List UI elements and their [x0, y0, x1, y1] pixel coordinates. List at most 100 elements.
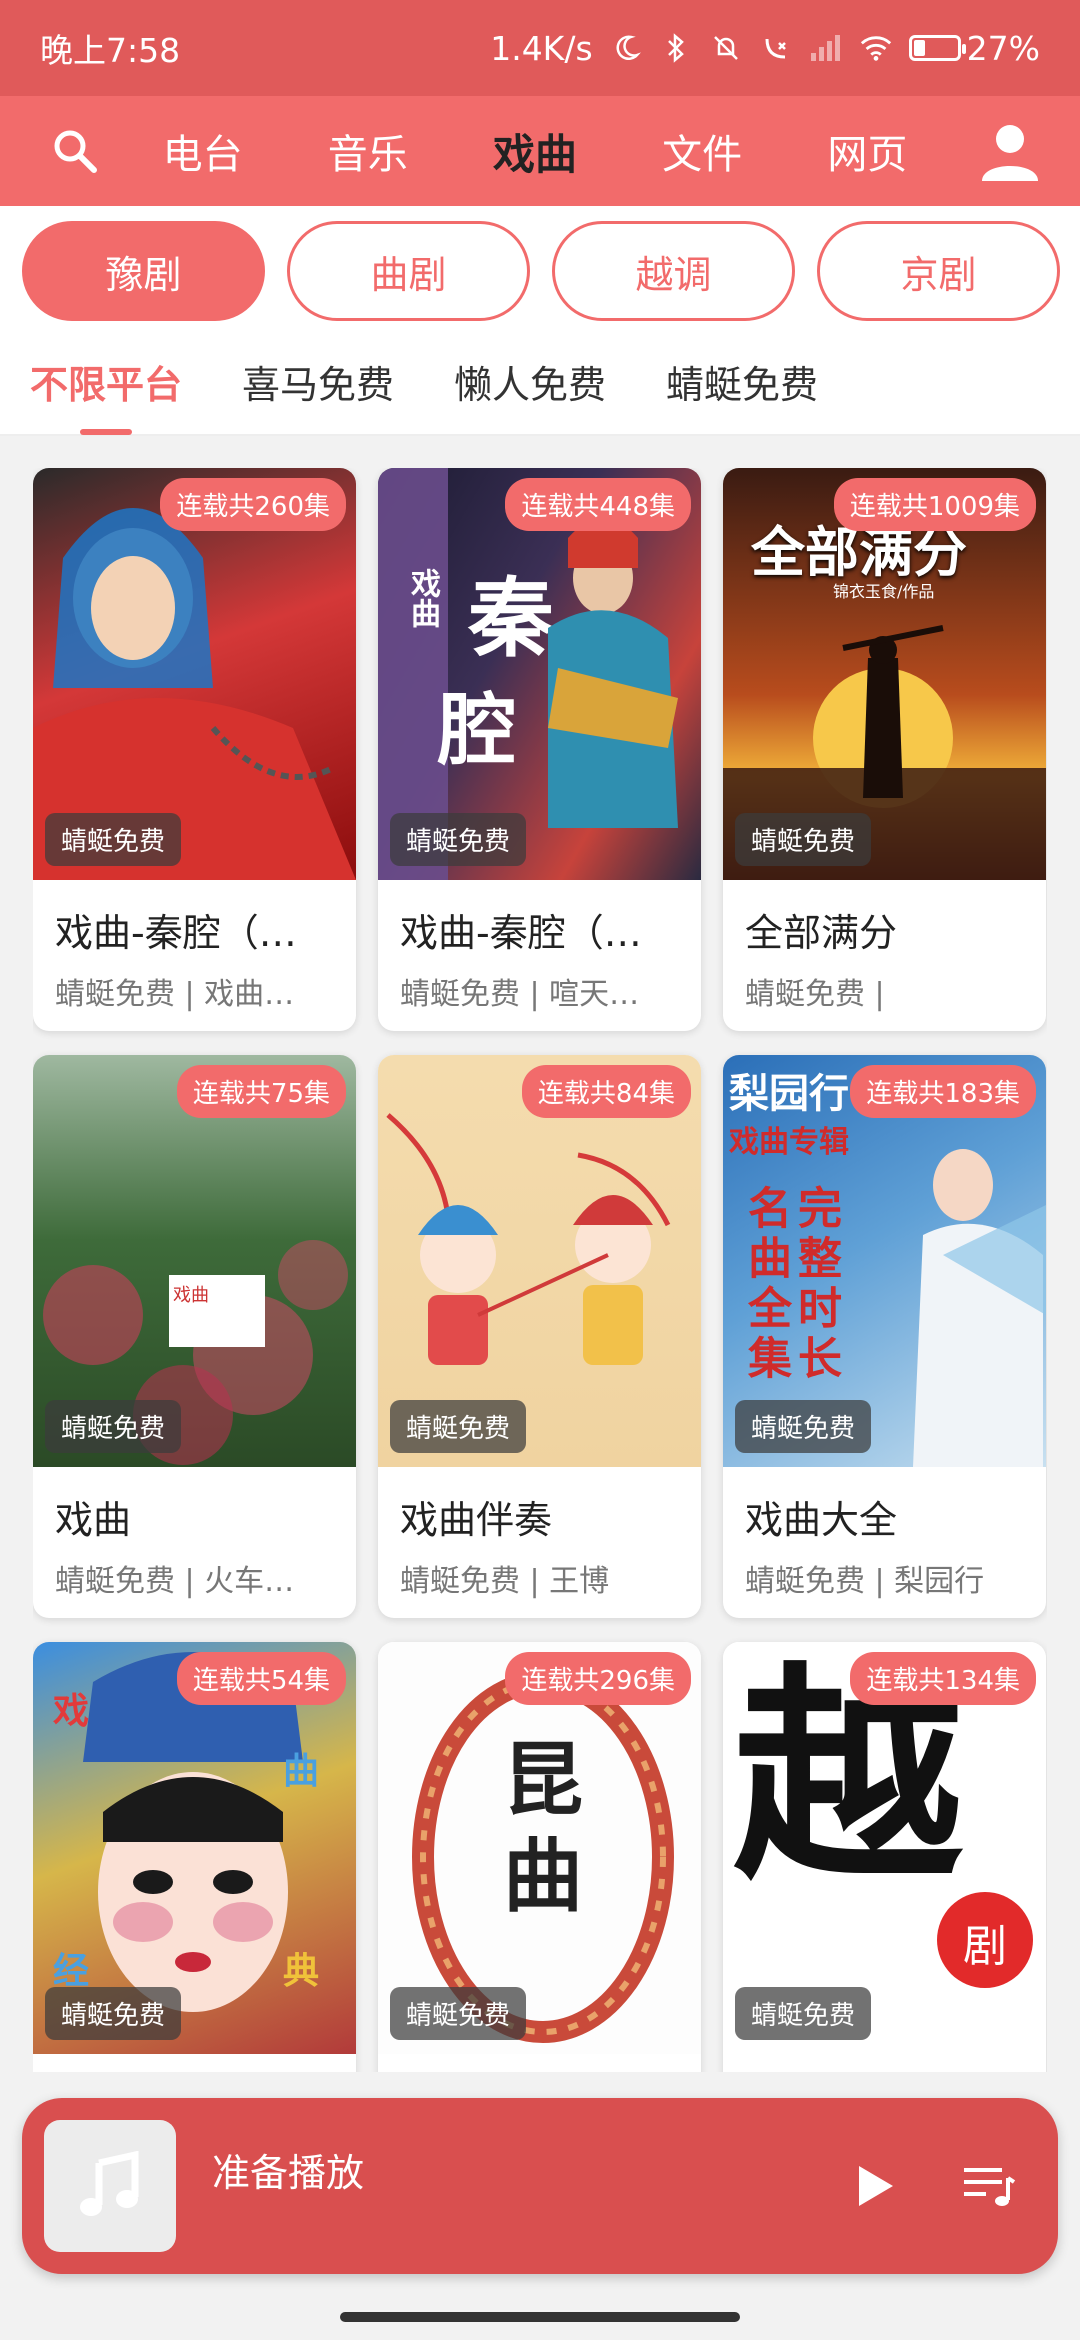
top-nav: 电台 音乐 戏曲 文件 网页 [0, 96, 1080, 206]
status-time: 晚上7:58 [40, 31, 181, 70]
source-badge: 蜻蜓免费 [390, 813, 527, 866]
album-title [33, 2054, 356, 2072]
episode-badge: 连载共54集 [176, 1652, 346, 1705]
source-badge: 蜻蜓免费 [390, 1987, 527, 2040]
episode-badge: 连载共260集 [160, 478, 346, 531]
network-speed: 1.4K/s [490, 28, 593, 68]
call-forward-icon [759, 31, 793, 65]
mini-player[interactable]: 准备播放 [22, 2098, 1058, 2274]
player-status: 准备播放 [212, 2151, 365, 2195]
status-icons: 1.4K/s 27% [490, 29, 1040, 68]
album-card[interactable]: 戏 曲 经 典 连载共54集 蜻蜓免费 [33, 1642, 356, 2072]
source-badge: 蜻蜓免费 [735, 1400, 872, 1453]
album-cover: 全部满分 锦衣玉食/作品 连载共1009集 蜻蜓免费 [723, 468, 1046, 880]
chip-quju[interactable]: 曲剧 [287, 221, 530, 321]
mute-bell-icon [709, 31, 743, 65]
album-card[interactable]: 连载共84集 蜻蜓免费 戏曲伴奏 蜻蜓免费 | 王博 [378, 1055, 701, 1618]
album-cover: 连载共84集 蜻蜓免费 [378, 1055, 701, 1467]
album-card[interactable]: 梨园行 戏曲专辑 名曲全集 完整时长 连载共183集 蜻蜓免费 戏曲大全 蜻蜓免… [723, 1055, 1046, 1618]
battery-indicator: 27% [908, 28, 1040, 68]
wifi-icon [859, 31, 893, 65]
home-indicator[interactable] [340, 2312, 740, 2322]
tab-music[interactable]: 音乐 [328, 122, 408, 180]
platform-filters: 不限平台 喜马免费 懒人免费 蜻蜓免费 [0, 336, 1080, 436]
tab-web[interactable]: 网页 [827, 122, 907, 180]
playlist-button[interactable] [944, 2141, 1034, 2231]
search-icon [54, 130, 97, 173]
album-meta: 蜻蜓免费 | 戏曲… [55, 977, 295, 1012]
chip-yuediao[interactable]: 越调 [552, 221, 795, 321]
album-meta: 蜻蜓免费 | 王博 [400, 1564, 610, 1599]
album-cover: 越 剧 连载共134集 蜻蜓免费 [723, 1642, 1046, 2054]
platform-all[interactable]: 不限平台 [30, 354, 182, 417]
cover-art-text: 曲 [283, 1750, 320, 1792]
album-card[interactable]: 戏曲 连载共75集 蜻蜓免费 戏曲 蜻蜓免费 | 火车… [33, 1055, 356, 1618]
source-badge: 蜻蜓免费 [735, 813, 872, 866]
album-title: 戏曲-秦腔（二） [55, 911, 335, 955]
cover-art-text: 典 [283, 1950, 320, 1992]
episode-badge: 连载共1009集 [833, 478, 1036, 531]
red-seal: 剧 [937, 1892, 1033, 1988]
album-title: 戏曲-秦腔（一） [400, 911, 680, 955]
episode-badge: 连载共183集 [850, 1065, 1036, 1118]
battery-fill [913, 40, 925, 56]
platform-qingting[interactable]: 蜻蜓免费 [666, 354, 818, 417]
album-title: 戏曲大全 [745, 1498, 898, 1542]
album-title: 全部满分 [745, 911, 898, 955]
sign-board: 戏曲 [169, 1275, 265, 1347]
tab-opera[interactable]: 戏曲 [493, 121, 577, 182]
album-card[interactable]: 连载共260集 蜻蜓免费 戏曲-秦腔（二） 蜻蜓免费 | 戏曲… [33, 468, 356, 1031]
source-badge: 蜻蜓免费 [45, 1400, 182, 1453]
episode-badge: 连载共134集 [850, 1652, 1036, 1705]
album-cover: 戏 曲 经 典 连载共54集 蜻蜓免费 [33, 1642, 356, 2054]
album-cover: 昆曲 连载共296集 蜻蜓免费 [378, 1642, 701, 2054]
source-badge: 蜻蜓免费 [735, 1987, 872, 2040]
cover-art-text: 戏 [53, 1690, 90, 1732]
moon-icon [609, 31, 643, 65]
play-button[interactable] [830, 2141, 920, 2231]
album-cover: 戏曲 秦 腔 连载共448集 蜻蜓免费 [378, 468, 701, 880]
album-cover: 梨园行 戏曲专辑 名曲全集 完整时长 连载共183集 蜻蜓免费 [723, 1055, 1046, 1467]
episode-badge: 连载共84集 [521, 1065, 691, 1118]
cover-art-text: 戏曲 [173, 1285, 209, 1306]
chip-yuju[interactable]: 豫剧 [22, 221, 265, 321]
album-title: 戏曲伴奏 [400, 1498, 553, 1542]
signal-icon [809, 31, 843, 65]
tab-radio[interactable]: 电台 [163, 122, 243, 180]
album-card[interactable]: 越 剧 连载共134集 蜻蜓免费 [723, 1642, 1046, 2072]
playlist-icon [964, 2168, 1016, 2206]
cover-art-text: 剧 [963, 1921, 1007, 1972]
now-playing-thumbnail[interactable] [44, 2120, 176, 2252]
battery-icon [908, 35, 966, 61]
album-cover: 连载共260集 蜻蜓免费 [33, 468, 356, 880]
album-meta: 蜻蜓免费 | 火车… [55, 1564, 295, 1599]
source-badge: 蜻蜓免费 [390, 1400, 527, 1453]
platform-ximalaya[interactable]: 喜马免费 [242, 354, 394, 417]
platform-lanren[interactable]: 懒人免费 [454, 354, 606, 417]
user-icon [982, 125, 1038, 181]
battery-percent: 27% [966, 28, 1040, 68]
album-grid: 连载共260集 蜻蜓免费 戏曲-秦腔（二） 蜻蜓免费 | 戏曲… 戏曲 秦 腔 … [33, 468, 1047, 2072]
album-card[interactable]: 全部满分 锦衣玉食/作品 连载共1009集 蜻蜓免费 全部满分 蜻蜓免费 | [723, 468, 1046, 1031]
album-meta: 蜻蜓免费 | 梨园行 [745, 1564, 985, 1599]
episode-badge: 连载共448集 [505, 478, 691, 531]
top-tabs: 电台 音乐 戏曲 文件 网页 [110, 121, 960, 182]
source-badge: 蜻蜓免费 [45, 1987, 182, 2040]
source-badge: 蜻蜓免费 [45, 813, 182, 866]
episode-badge: 连载共75集 [176, 1065, 346, 1118]
bluetooth-icon [659, 31, 693, 65]
chip-jingju[interactable]: 京剧 [817, 221, 1060, 321]
album-title [378, 2054, 701, 2072]
play-icon [859, 2166, 893, 2206]
status-bar: 晚上7:58 1.4K/s 27% [0, 0, 1080, 96]
album-card[interactable]: 戏曲 秦 腔 连载共448集 蜻蜓免费 戏曲-秦腔（一） 蜻蜓免费 | 喧天… [378, 468, 701, 1031]
category-chips: 豫剧 曲剧 越调 京剧 [0, 206, 1080, 336]
user-button[interactable] [960, 96, 1060, 206]
cover-art-text: 昆曲 [503, 1733, 583, 1923]
search-button[interactable] [40, 96, 110, 206]
album-card[interactable]: 昆曲 连载共296集 蜻蜓免费 [378, 1642, 701, 2072]
album-cover: 戏曲 连载共75集 蜻蜓免费 [33, 1055, 356, 1467]
album-meta: 蜻蜓免费 | [745, 977, 885, 1012]
album-meta: 蜻蜓免费 | 喧天… [400, 977, 640, 1012]
tab-files[interactable]: 文件 [662, 122, 742, 180]
